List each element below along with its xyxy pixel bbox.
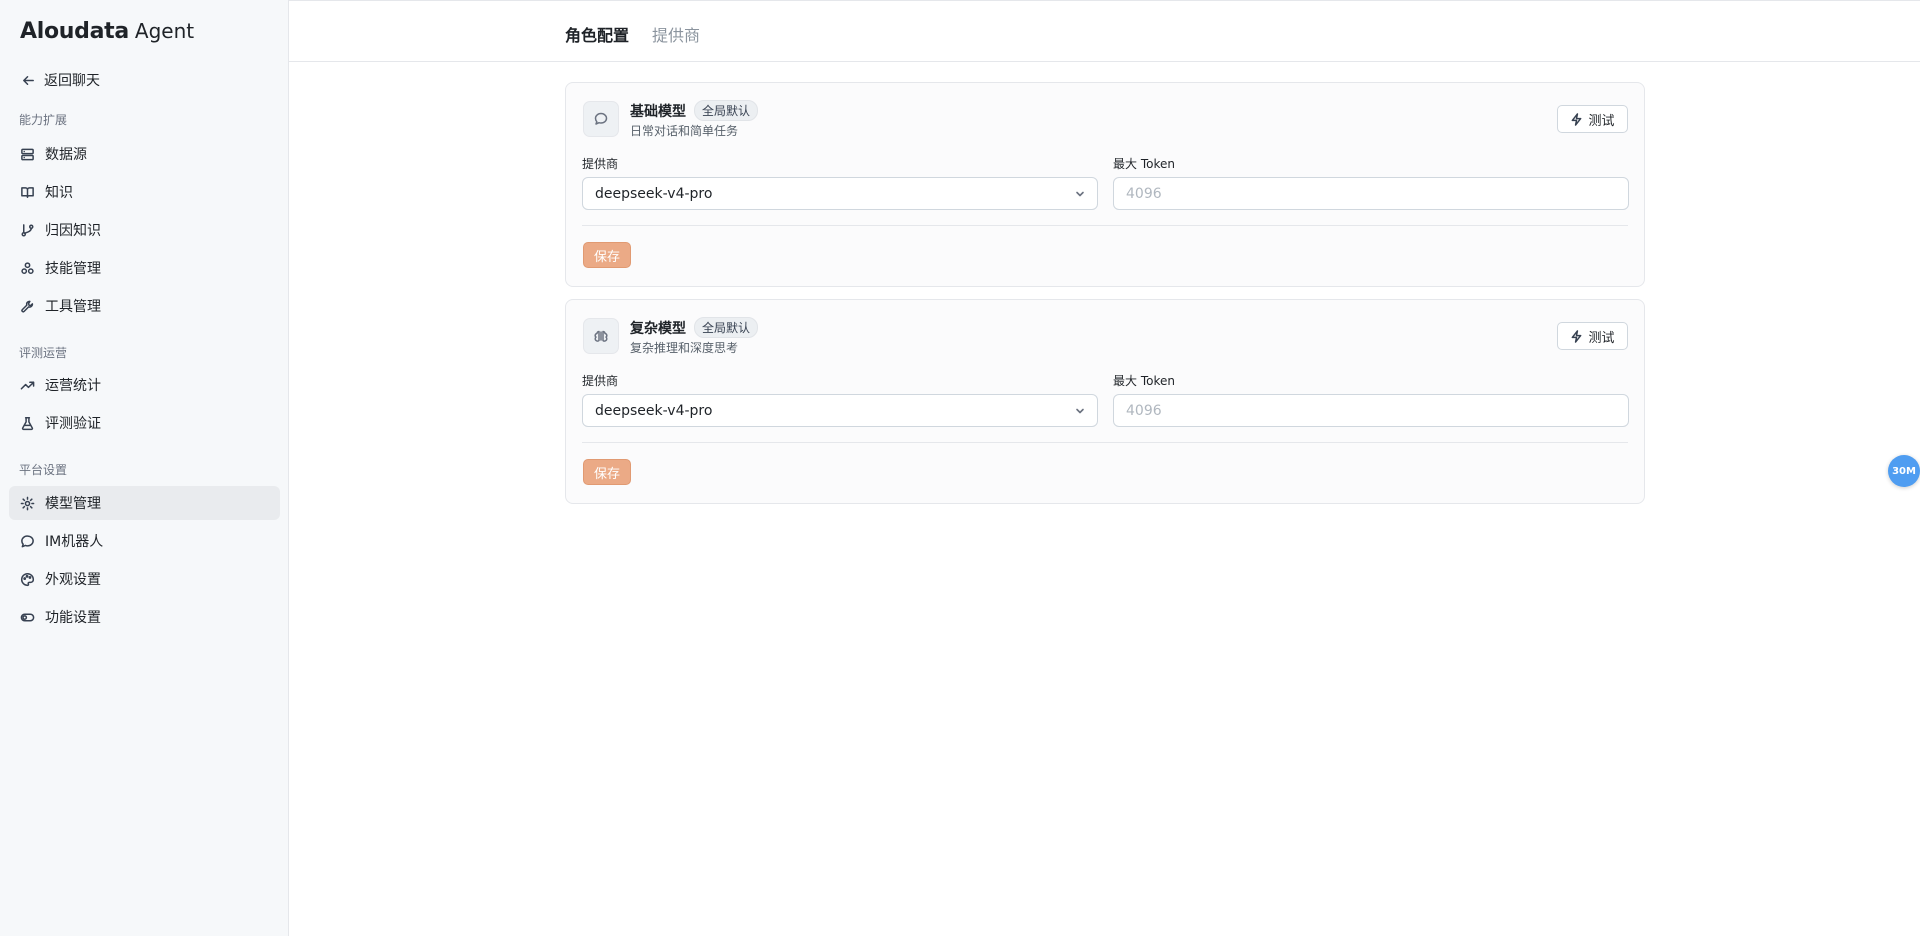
- model-card-basic: 基础模型 全局默认 日常对话和简单任务 测试 提供商 最大 Token deep…: [565, 82, 1645, 287]
- sidebar-item-label: IM机器人: [45, 534, 104, 550]
- tab-providers[interactable]: 提供商: [652, 22, 700, 46]
- chat-bubble-icon: [583, 101, 619, 137]
- model-card-complex: 复杂模型 全局默认 复杂推理和深度思考 测试 提供商 最大 Token deep…: [565, 299, 1645, 504]
- section-label-capabilities: 能力扩展: [19, 113, 68, 127]
- max-token-input[interactable]: [1113, 177, 1629, 210]
- gear-icon: [19, 495, 35, 511]
- sidebar-item-label: 模型管理: [45, 496, 101, 512]
- git-branch-icon: [19, 222, 35, 238]
- toggle-icon: [19, 609, 35, 625]
- test-button[interactable]: 测试: [1557, 105, 1628, 133]
- provider-label: 提供商: [582, 374, 619, 388]
- zap-icon: [1572, 112, 1582, 126]
- section-label-platform-settings: 平台设置: [19, 463, 68, 477]
- max-token-label: 最大 Token: [1113, 157, 1175, 171]
- sidebar-item-attribution-knowledge[interactable]: 归因知识: [9, 213, 280, 247]
- sidebar-item-label: 工具管理: [45, 299, 101, 315]
- logo-sub: Agent: [134, 19, 195, 43]
- chevron-down-icon: [1074, 188, 1086, 200]
- chevron-down-icon: [1074, 405, 1086, 417]
- trending-up-icon: [19, 377, 35, 393]
- zap-icon: [1572, 329, 1582, 343]
- save-button[interactable]: 保存: [583, 242, 631, 268]
- flask-icon: [19, 415, 35, 431]
- test-label: 测试: [1588, 330, 1615, 346]
- max-token-input[interactable]: [1113, 394, 1629, 427]
- sidebar-item-label: 技能管理: [45, 261, 101, 277]
- divider: [582, 225, 1628, 226]
- logo-brand: Aloudata: [20, 19, 129, 44]
- section-label-evaluation: 评测运营: [19, 346, 68, 360]
- sidebar: Aloudata Agent 返回聊天 能力扩展 数据源 知识 归因知识 技能管…: [0, 0, 289, 936]
- sidebar-item-feature-settings[interactable]: 功能设置: [9, 600, 280, 634]
- max-token-label: 最大 Token: [1113, 374, 1175, 388]
- default-badge: 全局默认: [694, 317, 759, 338]
- sidebar-item-tools[interactable]: 工具管理: [9, 289, 280, 323]
- floating-status-badge[interactable]: 30M: [1888, 455, 1920, 487]
- sidebar-item-label: 归因知识: [45, 223, 101, 239]
- sidebar-item-skills[interactable]: 技能管理: [9, 251, 280, 285]
- sidebar-item-label: 评测验证: [45, 416, 101, 432]
- tab-role-config[interactable]: 角色配置: [565, 22, 629, 46]
- sidebar-item-evaluation[interactable]: 评测验证: [9, 406, 280, 440]
- default-badge: 全局默认: [694, 100, 759, 121]
- provider-select[interactable]: deepseek-v4-pro: [582, 177, 1098, 210]
- save-button[interactable]: 保存: [583, 459, 631, 485]
- sidebar-item-operations-stats[interactable]: 运营统计: [9, 368, 280, 402]
- card-title: 基础模型 全局默认: [630, 100, 759, 121]
- wrench-icon: [19, 298, 35, 314]
- sidebar-item-label: 功能设置: [45, 610, 101, 626]
- sidebar-item-knowledge[interactable]: 知识: [9, 175, 280, 209]
- card-description: 复杂推理和深度思考: [630, 341, 739, 355]
- test-button[interactable]: 测试: [1557, 322, 1628, 350]
- card-name: 复杂模型: [630, 320, 686, 337]
- sidebar-item-datasource[interactable]: 数据源: [9, 137, 280, 171]
- sidebar-item-model-management[interactable]: 模型管理: [9, 486, 280, 520]
- card-name: 基础模型: [630, 103, 686, 120]
- test-label: 测试: [1588, 113, 1615, 129]
- provider-value: deepseek-v4-pro: [595, 185, 713, 202]
- tab-bar: 角色配置 提供商: [289, 0, 1920, 62]
- database-icon: [19, 146, 35, 162]
- back-to-chat-link[interactable]: 返回聊天: [20, 69, 100, 91]
- sidebar-item-appearance[interactable]: 外观设置: [9, 562, 280, 596]
- card-description: 日常对话和简单任务: [630, 124, 739, 138]
- app-logo: Aloudata Agent: [20, 19, 194, 44]
- sidebar-item-label: 运营统计: [45, 378, 101, 394]
- brain-icon: [583, 318, 619, 354]
- provider-select[interactable]: deepseek-v4-pro: [582, 394, 1098, 427]
- divider: [582, 442, 1628, 443]
- sidebar-item-label: 数据源: [45, 147, 87, 163]
- provider-label: 提供商: [582, 157, 619, 171]
- sidebar-item-label: 知识: [45, 185, 73, 201]
- book-icon: [19, 184, 35, 200]
- main-content: 角色配置 提供商 基础模型 全局默认 日常对话和简单任务 测试 提供商 最大 T…: [289, 0, 1920, 936]
- sidebar-item-label: 外观设置: [45, 572, 101, 588]
- arrow-left-icon: [20, 72, 36, 88]
- palette-icon: [19, 571, 35, 587]
- chat-bubble-icon: [19, 533, 35, 549]
- provider-value: deepseek-v4-pro: [595, 402, 713, 419]
- back-label: 返回聊天: [44, 73, 100, 89]
- sidebar-item-im-bot[interactable]: IM机器人: [9, 524, 280, 558]
- card-title: 复杂模型 全局默认: [630, 317, 759, 338]
- skills-icon: [19, 260, 35, 276]
